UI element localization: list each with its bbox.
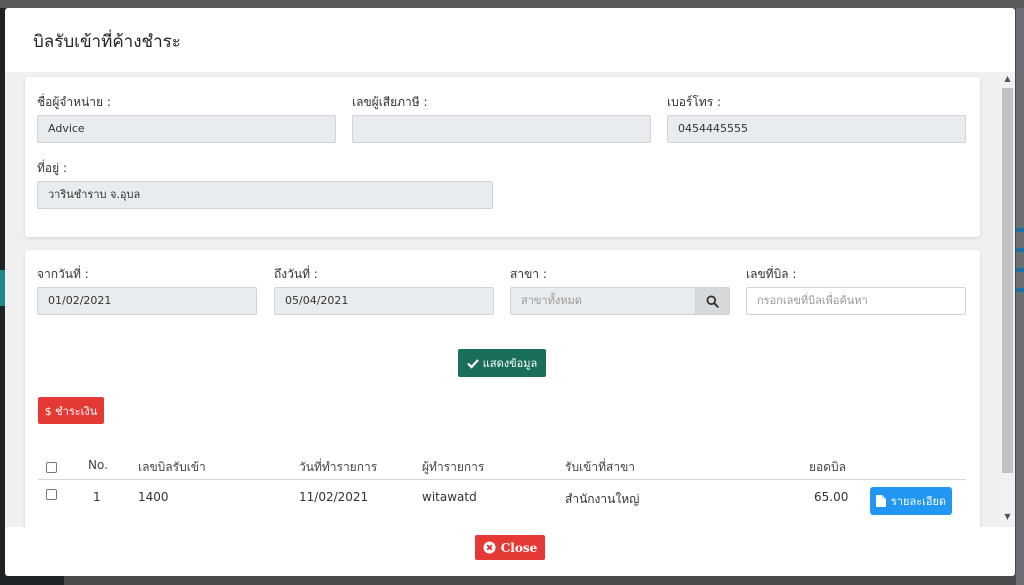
bill-number-input[interactable]: กรอกเลขที่บิลเพื่อค้นหา xyxy=(746,287,966,315)
times-circle-icon xyxy=(483,541,496,554)
search-icon xyxy=(706,294,719,308)
show-data-button[interactable]: แสดงข้อมูล xyxy=(458,349,546,377)
address-label: ที่อยู่ : xyxy=(37,161,68,175)
close-button-label: Close xyxy=(500,540,538,555)
col-header-no: No. xyxy=(88,458,108,472)
address-field[interactable]: วารินชำราบ จ.อุบล xyxy=(37,181,493,209)
background-stripe xyxy=(1016,228,1024,232)
scroll-up-icon[interactable]: ▲ xyxy=(1000,74,1015,86)
detail-button-label: รายละเอียด xyxy=(890,495,947,508)
close-button[interactable]: Close xyxy=(475,535,545,560)
check-icon xyxy=(467,358,479,369)
modal-body: ชื่อผู้จำหน่าย : Advice เลขผู้เสียภาษี :… xyxy=(5,72,1005,527)
branch-input[interactable]: สาขาทั้งหมด xyxy=(510,287,696,315)
file-icon xyxy=(875,495,886,507)
select-all-checkbox[interactable] xyxy=(46,462,57,473)
col-header-bill-no: เลขบิลรับเข้า xyxy=(138,460,206,474)
row-total: 65.00 xyxy=(814,490,849,504)
phone-label: เบอร์โทร : xyxy=(667,95,722,109)
row-user: witawatd xyxy=(422,490,477,504)
col-header-total: ยอดบิล xyxy=(809,460,847,474)
scroll-thumb[interactable] xyxy=(1002,88,1013,473)
modal-title: บิลรับเข้าที่ค้างชำระ xyxy=(33,32,181,52)
row-date: 11/02/2021 xyxy=(299,490,369,504)
detail-button[interactable]: รายละเอียด xyxy=(870,487,952,515)
phone-field[interactable]: 0454445555 xyxy=(667,115,966,143)
background-stripe xyxy=(1016,288,1024,292)
col-header-user: ผู้ทำรายการ xyxy=(422,460,485,474)
vendor-name-field[interactable]: Advice xyxy=(37,115,336,143)
table-header-divider xyxy=(38,479,966,480)
row-checkbox[interactable] xyxy=(46,489,57,500)
branch-search-button[interactable] xyxy=(695,287,730,315)
row-no: 1 xyxy=(93,490,101,504)
vendor-name-label: ชื่อผู้จำหน่าย : xyxy=(37,95,111,109)
branch-label: สาขา : xyxy=(510,267,547,281)
from-date-input[interactable]: 01/02/2021 xyxy=(37,287,257,315)
row-branch: สำนักงานใหญ่ xyxy=(565,492,640,506)
tax-id-label: เลขผู้เสียภาษี : xyxy=(352,95,428,109)
col-header-branch: รับเข้าที่สาขา xyxy=(565,460,636,474)
background-content xyxy=(1016,8,1024,585)
background-stripe xyxy=(1016,268,1024,272)
pay-button-label: $ ชำระเงิน xyxy=(44,404,98,418)
bill-filter-card: จากวันที่ : 01/02/2021 ถึงวันที่ : 05/04… xyxy=(25,250,980,527)
background-stripe xyxy=(1016,248,1024,252)
tax-id-field[interactable] xyxy=(352,115,651,143)
show-data-label: แสดงข้อมูล xyxy=(482,357,538,370)
pay-button[interactable]: $ ชำระเงิน xyxy=(38,397,104,424)
to-date-input[interactable]: 05/04/2021 xyxy=(274,287,494,315)
unpaid-bills-modal: บิลรับเข้าที่ค้างชำระ ชื่อผู้จำหน่าย : A… xyxy=(5,8,1015,576)
from-date-label: จากวันที่ : xyxy=(37,267,89,281)
row-bill-no: 1400 xyxy=(138,490,169,504)
background-header xyxy=(0,0,1024,8)
bill-number-label: เลขที่บิล : xyxy=(746,267,797,281)
col-header-date: วันที่ทำรายการ xyxy=(299,460,378,474)
vendor-info-card: ชื่อผู้จำหน่าย : Advice เลขผู้เสียภาษี :… xyxy=(25,77,980,237)
scroll-down-icon[interactable]: ▼ xyxy=(1000,512,1015,524)
modal-scrollbar[interactable]: ▲ ▼ xyxy=(1000,72,1015,527)
to-date-label: ถึงวันที่ : xyxy=(274,267,318,281)
